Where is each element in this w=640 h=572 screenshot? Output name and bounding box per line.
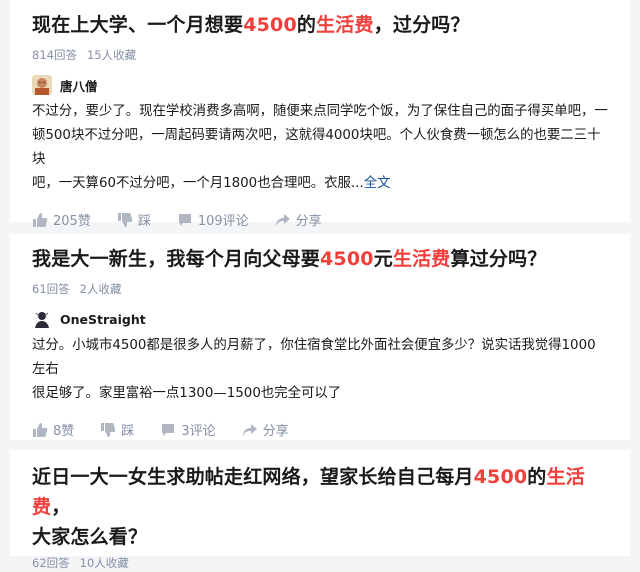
answer-count: 61回答	[32, 282, 70, 296]
thumbs-up-icon	[33, 212, 48, 227]
question-title[interactable]: 现在上大学、一个月想要4500的生活费，过分吗？	[32, 0, 608, 40]
answer-actions: 8赞 踩 3评论 分享	[32, 420, 608, 439]
thumbs-down-icon	[101, 422, 116, 437]
monk-avatar-icon[interactable]	[32, 75, 52, 95]
comment-button[interactable]: 109评论	[177, 210, 249, 229]
favorite-count: 15人收藏	[86, 48, 137, 62]
share-icon	[275, 213, 290, 226]
dark-avatar-icon[interactable]	[32, 309, 52, 329]
answer-author[interactable]: 唐八僧	[32, 74, 608, 96]
question-title[interactable]: 近日一大一女生求助帖走红网络，望家长给自己每月4500的生活费， 大家怎么看？	[32, 450, 608, 552]
favorite-count: 10人收藏	[79, 556, 129, 570]
question-card[interactable]: 近日一大一女生求助帖走红网络，望家长给自己每月4500的生活费， 大家怎么看？ …	[10, 450, 630, 570]
favorite-count: 2人收藏	[79, 282, 122, 296]
author-name[interactable]: 唐八僧	[60, 76, 98, 95]
comment-button[interactable]: 3评论	[160, 420, 216, 439]
question-meta: 61回答 2人收藏	[32, 280, 608, 298]
comment-icon	[178, 213, 191, 226]
read-more-link[interactable]: 全文	[364, 176, 391, 191]
answer-excerpt[interactable]: 过分。小城市4500都是很多人的月薪了，你住宿食堂比外面社会便宜多少？说实话我觉…	[32, 334, 608, 406]
answer-actions: 205赞 踩 109评论 分享	[32, 210, 608, 229]
question-card[interactable]: 我是大一新生，我每个月向父母要4500元生活费算过分吗？ 61回答 2人收藏 On…	[10, 234, 630, 440]
dislike-button[interactable]: 踩	[117, 210, 151, 229]
question-title[interactable]: 我是大一新生，我每个月向父母要4500元生活费算过分吗？	[32, 234, 608, 274]
like-button[interactable]: 205赞	[32, 210, 91, 229]
share-button[interactable]: 分享	[275, 210, 322, 229]
share-button[interactable]: 分享	[242, 420, 289, 439]
like-button[interactable]: 8赞	[32, 420, 74, 439]
answer-excerpt[interactable]: 不过分，要少了。现在学校消费多高啊，随便来点同学吃个饭，为了保住自己的面子得买单…	[32, 100, 608, 196]
thumbs-down-icon	[117, 212, 133, 227]
question-card[interactable]: 现在上大学、一个月想要4500的生活费，过分吗？ 814回答 15人收藏 唐八僧 …	[10, 0, 630, 229]
question-meta: 62回答 10人收藏	[32, 554, 608, 572]
answer-author[interactable]: OneStraight	[32, 308, 608, 330]
dislike-button[interactable]: 踩	[100, 420, 134, 439]
author-name[interactable]: OneStraight	[60, 312, 146, 327]
answer-count: 62回答	[32, 556, 70, 570]
question-meta: 814回答 15人收藏	[32, 46, 608, 64]
share-icon	[242, 423, 257, 436]
answer-count: 814回答	[32, 48, 77, 62]
thumbs-up-icon	[33, 422, 48, 437]
comment-icon	[162, 423, 175, 436]
